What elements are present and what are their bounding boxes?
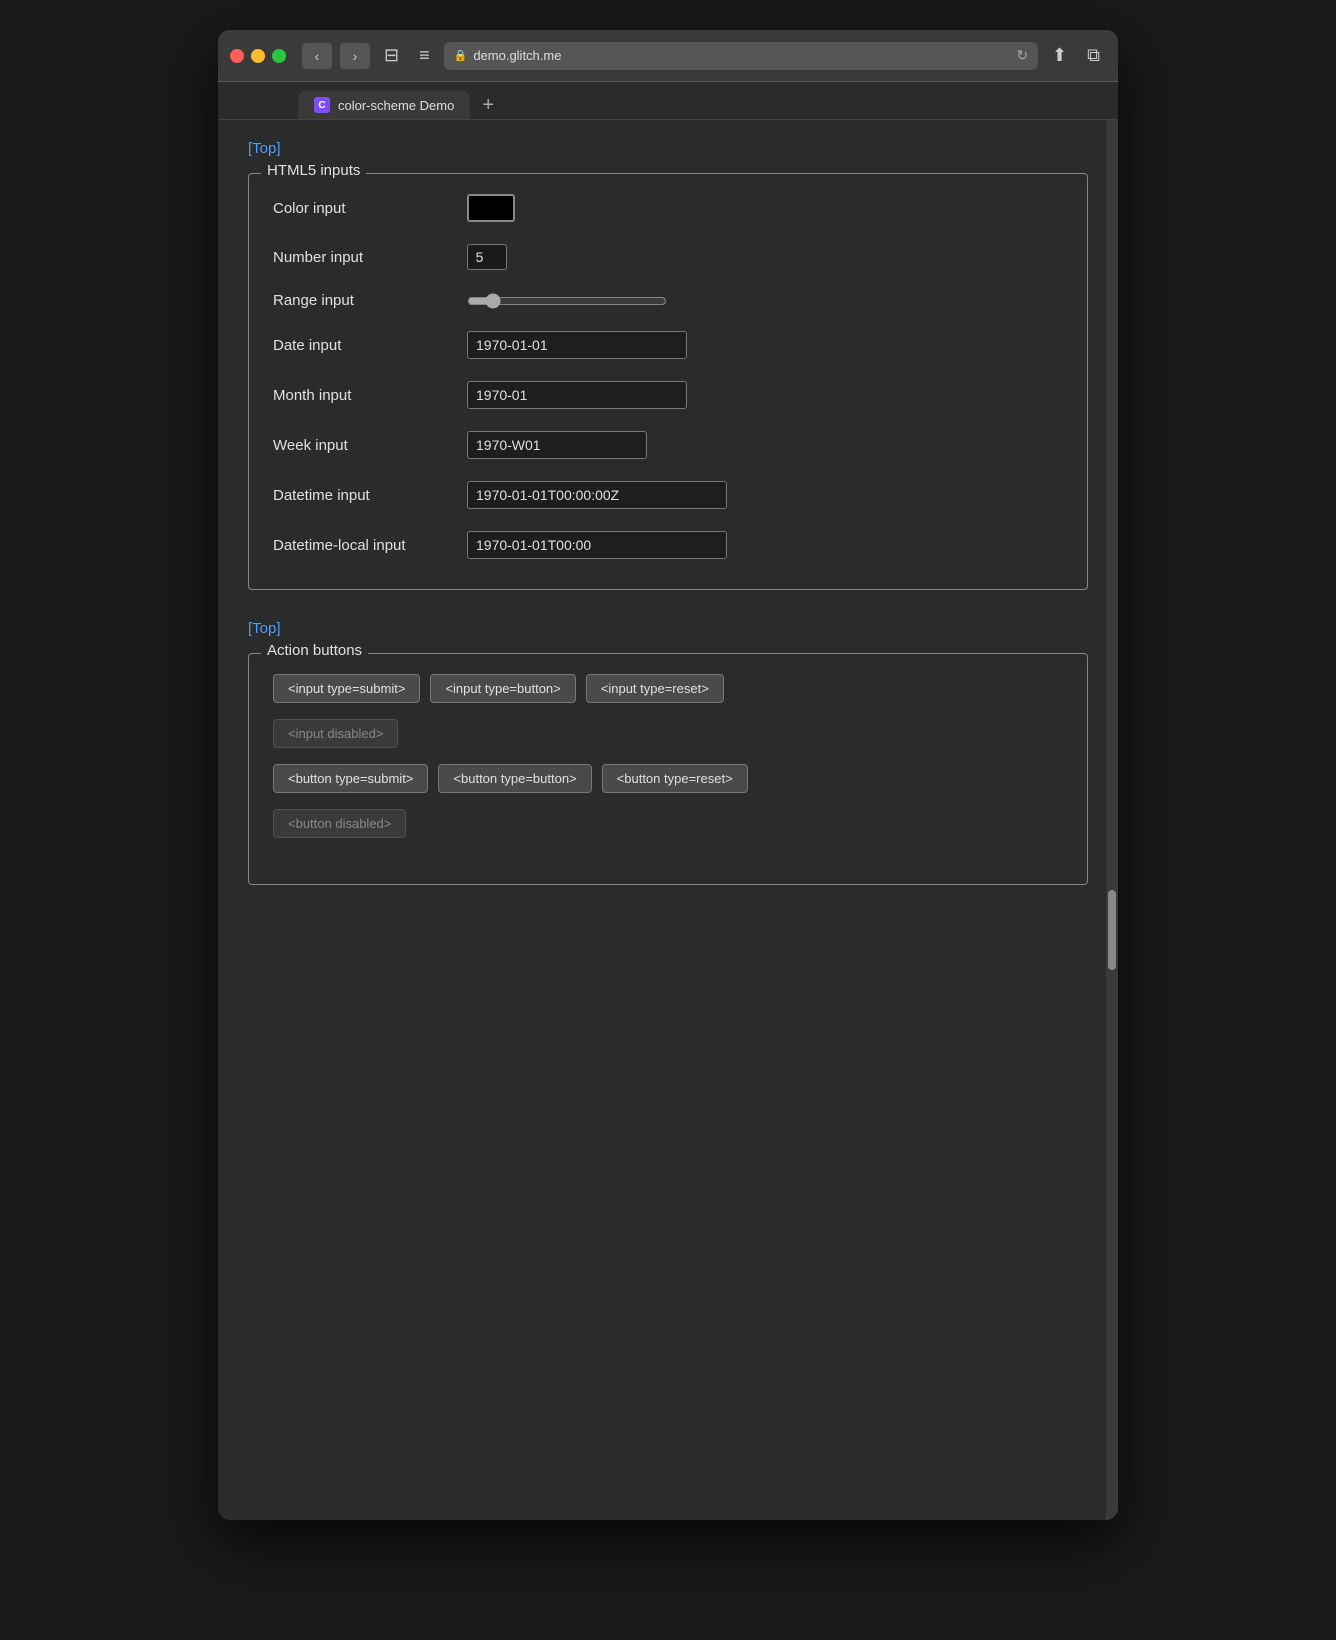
new-window-button[interactable]: ⧉ [1081,43,1106,68]
url-text: demo.glitch.me [473,48,561,63]
datetime-input-row: Datetime input [273,481,1063,509]
forward-button[interactable]: › [340,43,370,69]
tab-title: color-scheme Demo [338,98,454,113]
number-label: Number input [273,249,453,266]
address-bar[interactable]: 🔒 demo.glitch.me ↻ [444,42,1038,70]
input-disabled-group: <input disabled> [273,719,1063,748]
datetime-local-input-row: Datetime-local input [273,531,1063,559]
scrollbar[interactable] [1106,120,1118,1520]
share-button[interactable]: ⬆ [1046,43,1073,68]
button-buttons-group: <button type=submit> <button type=button… [273,764,1063,793]
scrollbar-thumb[interactable] [1108,890,1116,970]
month-input-row: Month input [273,381,1063,409]
html5-inputs-section: HTML5 inputs Color input Number input Ra… [248,173,1088,590]
number-input[interactable] [467,244,507,270]
month-input[interactable] [467,381,687,409]
color-label: Color input [273,200,453,217]
number-input-row: Number input [273,244,1063,270]
browser-window: ‹ › ⊟ ≡ 🔒 demo.glitch.me ↻ ⬆ ⧉ C color-s… [218,30,1118,1520]
datetime-local-label: Datetime-local input [273,537,453,554]
button-submit-button[interactable]: <button type=submit> [273,764,428,793]
tab-bar: C color-scheme Demo + [218,82,1118,120]
tab-favicon: C [314,97,330,113]
lock-icon: 🔒 [454,49,468,62]
action-buttons-section: Action buttons <input type=submit> <inpu… [248,653,1088,885]
range-input[interactable] [467,293,667,309]
date-input[interactable] [467,331,687,359]
back-button[interactable]: ‹ [302,43,332,69]
toolbar-actions: ⬆ ⧉ [1046,43,1106,68]
button-reset-button[interactable]: <button type=reset> [602,764,748,793]
top-link-2[interactable]: [Top] [248,620,281,637]
week-label: Week input [273,437,453,454]
button-disabled-button[interactable]: <button disabled> [273,809,406,838]
reload-button[interactable]: ↻ [1016,47,1028,64]
week-input-row: Week input [273,431,1063,459]
week-input[interactable] [467,431,647,459]
menu-button[interactable]: ≡ [413,45,436,66]
top-link-1[interactable]: [Top] [248,140,281,157]
month-label: Month input [273,387,453,404]
traffic-lights [230,49,286,63]
maximize-button[interactable] [272,49,286,63]
date-label: Date input [273,337,453,354]
datetime-label: Datetime input [273,487,453,504]
range-label: Range input [273,292,453,309]
range-input-row: Range input [273,292,1063,309]
new-tab-button[interactable]: + [470,95,506,119]
page-content: [Top] HTML5 inputs Color input Number in… [218,120,1118,1520]
sidebar-button[interactable]: ⊟ [378,45,405,66]
input-disabled-button[interactable]: <input disabled> [273,719,398,748]
input-submit-button[interactable]: <input type=submit> [273,674,420,703]
close-button[interactable] [230,49,244,63]
title-bar: ‹ › ⊟ ≡ 🔒 demo.glitch.me ↻ ⬆ ⧉ [218,30,1118,82]
active-tab[interactable]: C color-scheme Demo [298,91,470,119]
button-button-button[interactable]: <button type=button> [438,764,591,793]
datetime-input[interactable] [467,481,727,509]
minimize-button[interactable] [251,49,265,63]
button-disabled-group: <button disabled> [273,809,1063,838]
input-buttons-group: <input type=submit> <input type=button> … [273,674,1063,703]
date-input-row: Date input [273,331,1063,359]
color-input[interactable] [467,194,515,222]
datetime-local-input[interactable] [467,531,727,559]
page-wrapper: [Top] HTML5 inputs Color input Number in… [218,120,1118,1520]
action-section-legend: Action buttons [261,642,368,659]
color-input-row: Color input [273,194,1063,222]
html5-section-legend: HTML5 inputs [261,162,366,179]
input-reset-button[interactable]: <input type=reset> [586,674,724,703]
input-button-button[interactable]: <input type=button> [430,674,575,703]
number-input-group [467,244,507,270]
